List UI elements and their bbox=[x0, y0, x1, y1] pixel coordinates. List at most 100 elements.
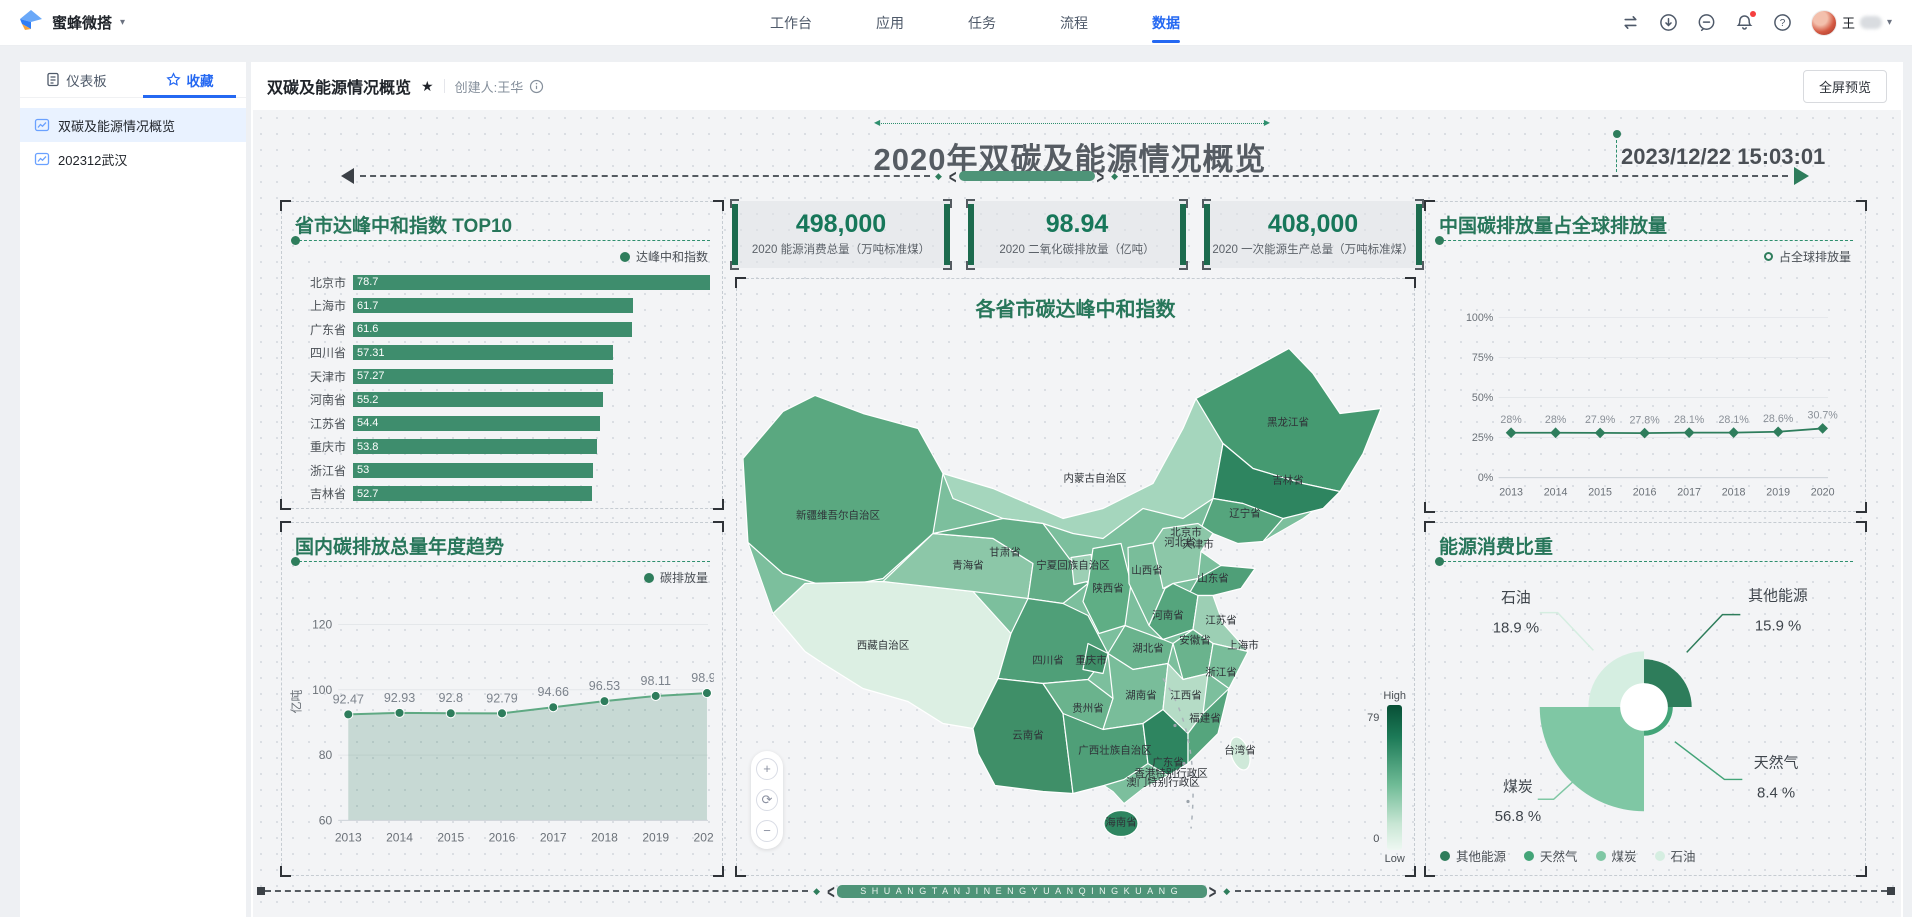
marquee-text: SHUANGTANJINENGYUANQINGKUANG bbox=[837, 885, 1207, 898]
province-label: 江西省 bbox=[1170, 689, 1202, 702]
message-icon[interactable] bbox=[1697, 13, 1716, 32]
svg-text:2016: 2016 bbox=[489, 830, 516, 844]
tab-dashboards[interactable]: 仪表板 bbox=[20, 62, 133, 97]
province-label: 云南省 bbox=[1012, 729, 1044, 742]
scale-high-label: High bbox=[1383, 690, 1406, 702]
svg-text:2019: 2019 bbox=[642, 830, 669, 844]
avatar bbox=[1811, 10, 1837, 36]
reset-view-button[interactable]: ⟳ bbox=[756, 789, 778, 811]
svg-text:2020: 2020 bbox=[694, 830, 714, 844]
svg-text:50%: 50% bbox=[1472, 392, 1494, 404]
scroll-right-icon[interactable] bbox=[1794, 167, 1809, 185]
dashboard-canvas: ◀▶ 2020年双碳及能源情况概览 2023/12/22 15:03:01 ◆<… bbox=[253, 110, 1901, 917]
svg-text:27.8%: 27.8% bbox=[1629, 414, 1660, 426]
legend-peak-index[interactable]: 达峰中和指数 bbox=[620, 248, 708, 265]
province-label: 黑龙江省 bbox=[1267, 416, 1309, 429]
legend-carbon-emission[interactable]: 碳排放量 bbox=[644, 569, 708, 586]
province-label: 重庆市 bbox=[1075, 654, 1107, 667]
tab-workbench[interactable]: 工作台 bbox=[738, 0, 844, 46]
area-chart: 120100806092.47201392.93201492.8201592.7… bbox=[290, 601, 714, 871]
svg-text:30.7%: 30.7% bbox=[1808, 410, 1839, 422]
svg-text:2014: 2014 bbox=[1544, 486, 1568, 498]
user-name-blurred bbox=[1860, 16, 1882, 29]
province-label: 浙江省 bbox=[1205, 666, 1237, 679]
svg-text:?: ? bbox=[1780, 18, 1786, 29]
help-icon[interactable]: ? bbox=[1773, 13, 1792, 32]
tab-flows[interactable]: 流程 bbox=[1028, 0, 1120, 46]
svg-text:75%: 75% bbox=[1472, 352, 1494, 364]
scrollbar-thumb[interactable]: SHUANGTANJINENGYUANQINGKUANG bbox=[837, 885, 1207, 898]
svg-text:2018: 2018 bbox=[591, 830, 618, 844]
sidebar-item-202312wuhan[interactable]: 202312武汉 bbox=[20, 142, 246, 176]
tab-favorites[interactable]: 收藏 bbox=[133, 62, 246, 97]
svg-text:天然气: 天然气 bbox=[1754, 755, 1799, 772]
panel-energy-mix[interactable]: 能源消费比重 其他能源15.9 %天然气8.4 %煤炭56.8 %石油18.9 … bbox=[1425, 522, 1866, 876]
kpi-primary-energy[interactable]: 408,000 2020 一次能源生产总量（万吨标准煤） bbox=[1204, 201, 1422, 268]
pie-legend-item[interactable]: 石油 bbox=[1655, 846, 1696, 865]
svg-text:28.1%: 28.1% bbox=[1674, 414, 1705, 426]
province-label: 海南省 bbox=[1105, 816, 1137, 829]
download-icon[interactable] bbox=[1659, 13, 1678, 32]
scale-max: 79 bbox=[1367, 712, 1379, 724]
scroll-left-icon[interactable] bbox=[341, 168, 354, 184]
pie-legend-item[interactable]: 煤炭 bbox=[1596, 846, 1637, 865]
swap-icon[interactable] bbox=[1621, 13, 1640, 32]
app-logo[interactable]: 蜜蜂微搭 ▾ bbox=[0, 8, 125, 37]
tab-tasks[interactable]: 任务 bbox=[936, 0, 1028, 46]
svg-text:2017: 2017 bbox=[540, 830, 567, 844]
zoom-out-button[interactable]: − bbox=[756, 820, 778, 842]
legend-global-share[interactable]: 占全球排放量 bbox=[1764, 248, 1851, 265]
province-label: 吉林省 bbox=[1272, 474, 1304, 487]
china-map: 黑龙江省吉林省辽宁省内蒙古自治区北京市天津市河北省山西省山东省河南省陕西省宁夏回… bbox=[743, 323, 1409, 868]
user-menu[interactable]: 王 ▾ bbox=[1811, 10, 1892, 36]
fullscreen-preview-button[interactable]: 全屏预览 bbox=[1803, 70, 1887, 103]
info-icon[interactable] bbox=[529, 79, 544, 94]
panel-global-share[interactable]: 中国碳排放量占全球排放量 占全球排放量 100%75%50%25%0%28%20… bbox=[1425, 201, 1866, 512]
province-label: 安徽省 bbox=[1179, 634, 1211, 647]
svg-text:0%: 0% bbox=[1478, 472, 1494, 484]
svg-text:92.79: 92.79 bbox=[486, 691, 517, 705]
favorite-star-icon[interactable]: ★ bbox=[421, 78, 434, 95]
kpi-value: 498,000 bbox=[796, 212, 886, 237]
province-label: 台湾省 bbox=[1224, 744, 1256, 757]
pie-legend: 其他能源 天然气 煤炭 石油 bbox=[1440, 846, 1696, 865]
dashboard-header: 双碳及能源情况概览 ★ 创建人:王华 全屏预览 bbox=[251, 62, 1903, 110]
bar-row: 四川省 57.31 bbox=[294, 345, 710, 361]
svg-text:98.99: 98.99 bbox=[691, 671, 714, 685]
kpi-co2-emission[interactable]: 98.94 2020 二氧化碳排放量（亿吨） bbox=[968, 201, 1186, 268]
pie-legend-item[interactable]: 天然气 bbox=[1524, 846, 1578, 865]
tab-apps[interactable]: 应用 bbox=[844, 0, 936, 46]
province-label: 河北省 bbox=[1164, 536, 1196, 549]
scrollbar-thumb[interactable] bbox=[959, 171, 1095, 181]
svg-text:100%: 100% bbox=[1466, 312, 1494, 324]
svg-text:2015: 2015 bbox=[437, 830, 464, 844]
zoom-in-button[interactable]: + bbox=[756, 758, 778, 780]
bar-row: 天津市 57.27 bbox=[294, 368, 710, 384]
bottom-scrollbar: ◆< SHUANGTANJINENGYUANQINGKUANG >◆ bbox=[257, 883, 1895, 899]
svg-text:25%: 25% bbox=[1472, 432, 1494, 444]
panel-province-map[interactable]: 各省市碳达峰中和指数 bbox=[736, 278, 1415, 876]
svg-text:石油: 石油 bbox=[1501, 590, 1531, 607]
pie-legend-item[interactable]: 其他能源 bbox=[1440, 846, 1506, 865]
creator-label: 创建人:王华 bbox=[455, 77, 524, 96]
province-label: 贵州省 bbox=[1072, 702, 1104, 715]
tab-data[interactable]: 数据 bbox=[1120, 0, 1212, 46]
user-name: 王 bbox=[1842, 13, 1855, 32]
svg-text:18.9 %: 18.9 % bbox=[1493, 620, 1539, 636]
svg-text:其他能源: 其他能源 bbox=[1748, 588, 1808, 605]
bell-icon[interactable] bbox=[1735, 13, 1754, 32]
bar-row: 上海市 61.7 bbox=[294, 298, 710, 314]
sidebar-item-dual-carbon[interactable]: 双碳及能源情况概览 bbox=[20, 108, 246, 142]
bar-row: 江苏省 54.4 bbox=[294, 415, 710, 431]
bar-row: 重庆市 53.8 bbox=[294, 439, 710, 455]
svg-text:2015: 2015 bbox=[1588, 486, 1612, 498]
svg-text:60: 60 bbox=[319, 813, 333, 827]
province-label: 宁夏回族自治区 bbox=[1036, 559, 1110, 572]
province-label: 甘肃省 bbox=[989, 546, 1021, 559]
kpi-energy-consumption[interactable]: 498,000 2020 能源消费总量（万吨标准煤） bbox=[732, 201, 950, 268]
panel-domestic-trend[interactable]: 国内碳排放总量年度趋势 碳排放量 亿吨 120100806092.4720139… bbox=[281, 522, 723, 876]
map-gradient-legend: 79 0 High Low bbox=[1367, 690, 1406, 865]
svg-text:15.9 %: 15.9 % bbox=[1755, 618, 1801, 634]
panel-peak-index-top10[interactable]: 省市达峰中和指数 TOP10 达峰中和指数 北京市 78.7 上海市 61.7 … bbox=[281, 201, 723, 509]
bar-chart: 北京市 78.7 上海市 61.7 广东省 61.6 四川省 57.31 天津市… bbox=[294, 274, 710, 502]
